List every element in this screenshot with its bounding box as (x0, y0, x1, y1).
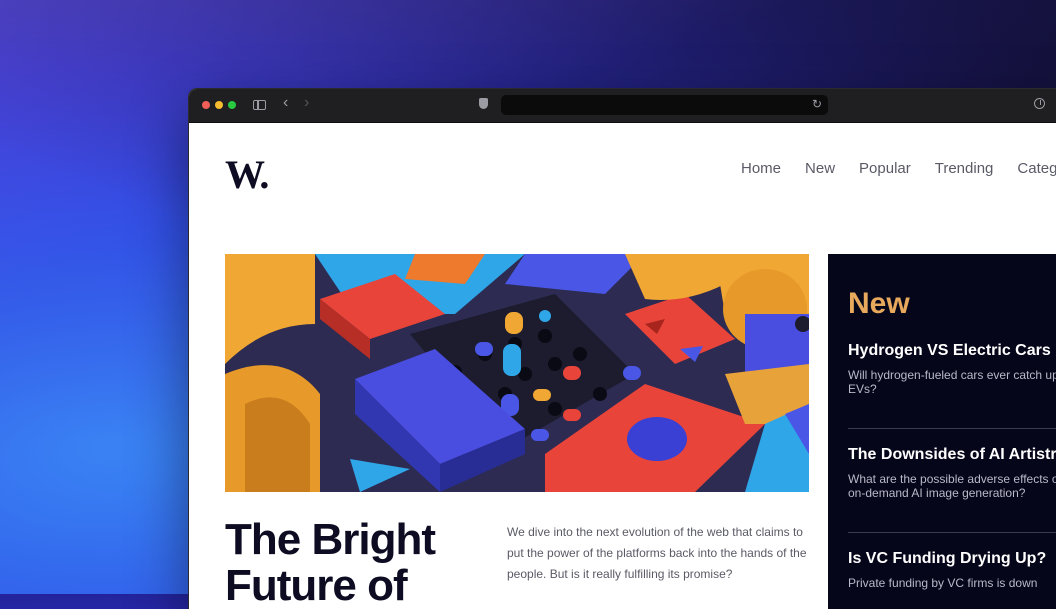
reload-icon[interactable]: ↻ (812, 97, 822, 111)
nav-home[interactable]: Home (741, 160, 781, 177)
new-article-description: What are the possible adverse effects of… (848, 472, 1056, 500)
nav-new[interactable]: New (805, 160, 835, 177)
forward-arrow-icon[interactable]: › (304, 95, 309, 111)
new-panel-title: New (848, 287, 910, 320)
main-nav: Home New Popular Trending Categories (741, 160, 1056, 177)
nav-trending[interactable]: Trending (935, 160, 994, 177)
new-article-item[interactable]: Hydrogen VS Electric Cars Will hydrogen-… (848, 342, 1056, 396)
browser-toolbar: ‹ › ↻ (189, 89, 1056, 123)
nav-popular[interactable]: Popular (859, 160, 911, 177)
new-articles-panel: New Hydrogen VS Electric Cars Will hydro… (828, 254, 1056, 609)
site-logo[interactable]: W. (225, 151, 269, 198)
sidebar-toggle-icon[interactable] (253, 100, 266, 110)
divider (848, 532, 1056, 533)
maximize-window-button[interactable] (228, 101, 236, 109)
browser-window: ‹ › ↻ W. Home New Popular Trending Categ… (189, 89, 1056, 609)
back-arrow-icon[interactable]: ‹ (283, 95, 288, 111)
hero-image[interactable] (225, 254, 809, 492)
new-article-description: Private funding by VC firms is down (848, 576, 1038, 590)
new-article-item[interactable]: The Downsides of AI Artistry What are th… (848, 446, 1056, 500)
new-article-description: Will hydrogen-fueled cars ever catch up … (848, 368, 1056, 396)
close-window-button[interactable] (202, 101, 210, 109)
download-icon[interactable] (1034, 98, 1045, 109)
article-excerpt: We dive into the next evolution of the w… (507, 525, 807, 581)
minimize-window-button[interactable] (215, 101, 223, 109)
new-article-title[interactable]: Hydrogen VS Electric Cars (848, 342, 1056, 360)
nav-categories[interactable]: Categories (1017, 160, 1056, 177)
abstract-blocks-illustration (225, 254, 809, 492)
new-article-item[interactable]: Is VC Funding Drying Up? Private funding… (848, 550, 1056, 590)
new-article-title[interactable]: The Downsides of AI Artistry (848, 446, 1056, 464)
address-bar[interactable]: ↻ (501, 95, 828, 115)
article-headline[interactable]: The Bright Future of (225, 517, 485, 609)
shield-icon[interactable] (479, 98, 488, 109)
new-article-title[interactable]: Is VC Funding Drying Up? (848, 550, 1056, 568)
divider (848, 428, 1056, 429)
